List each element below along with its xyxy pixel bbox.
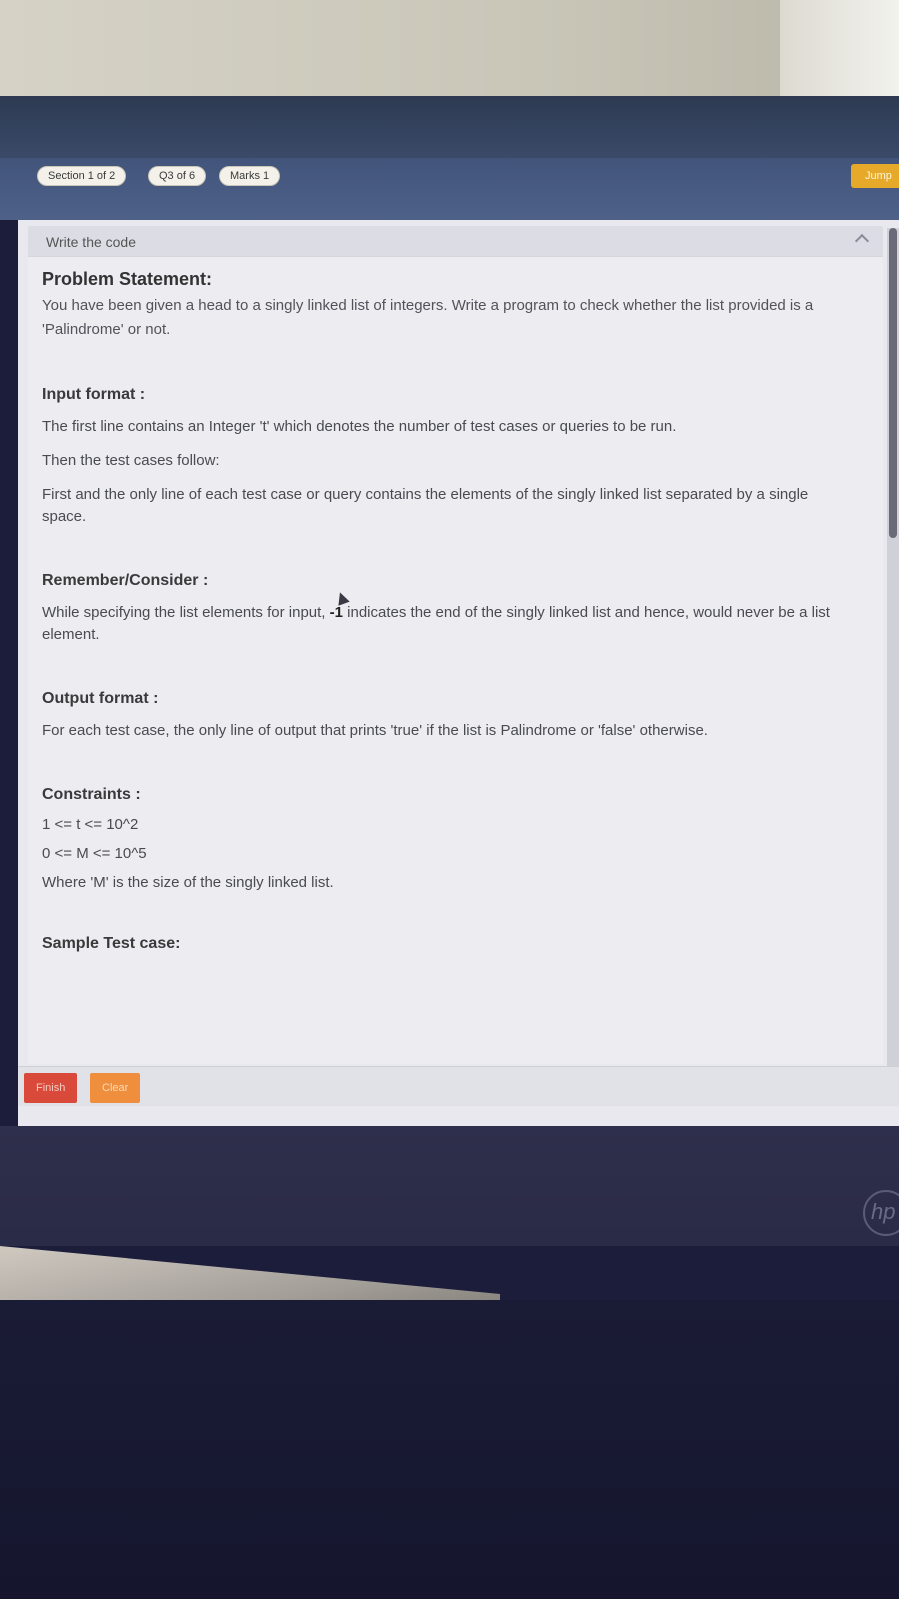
question-pill[interactable]: Q3 of 6 [148,166,207,186]
problem-title: Problem Statement: [42,269,213,289]
marks-pill: Marks 1 [219,166,281,186]
remember-bold: -1 [329,604,343,621]
monitor-bezel-top [0,96,899,158]
output-format-heading: Output format : [42,690,159,707]
background-light [780,0,899,96]
chevron-up-icon[interactable] [854,233,870,249]
constraint-line: 0 <= M <= 10^5 [42,845,147,862]
laptop-base [0,1300,899,1599]
jump-button[interactable]: Jump [851,164,899,188]
input-format-line: Then the test cases follow: [42,452,220,469]
constraint-line: Where 'M' is the size of the singly link… [42,874,334,891]
question-label: Write the code [46,234,137,250]
output-format-text: For each test case, the only line of out… [42,722,708,739]
question-card: Write the code Problem Statement: You ha… [18,220,899,1126]
finish-button[interactable]: Finish [24,1073,78,1103]
problem-statement: You have been given a head to a singly l… [42,297,814,338]
constraint-line: 1 <= t <= 10^2 [42,816,139,833]
remember-heading: Remember/Consider : [42,572,209,589]
remember-text: While specifying the list elements for i… [42,602,853,646]
input-format-line: The first line contains an Integer 't' w… [42,418,677,435]
action-bar: Finish Clear [18,1066,899,1106]
content-scrollbar[interactable] [887,228,899,1068]
constraints-heading: Constraints : [42,786,141,803]
test-header-bar [0,158,899,220]
input-format-heading: Input format : [42,386,146,403]
question-title-bar[interactable]: Write the code [28,226,883,256]
background-wall [0,0,899,96]
remember-text-before: While specifying the list elements for i… [42,604,330,621]
section-pill[interactable]: Section 1 of 2 [37,166,127,186]
scrollbar-thumb[interactable] [889,228,897,538]
clear-button[interactable]: Clear [90,1073,141,1103]
input-format-line: First and the only line of each test cas… [42,486,809,525]
monitor-bezel-bottom [0,1126,899,1246]
sample-heading: Sample Test case: [42,935,181,952]
problem-content: Problem Statement: You have been given a… [28,256,883,1064]
